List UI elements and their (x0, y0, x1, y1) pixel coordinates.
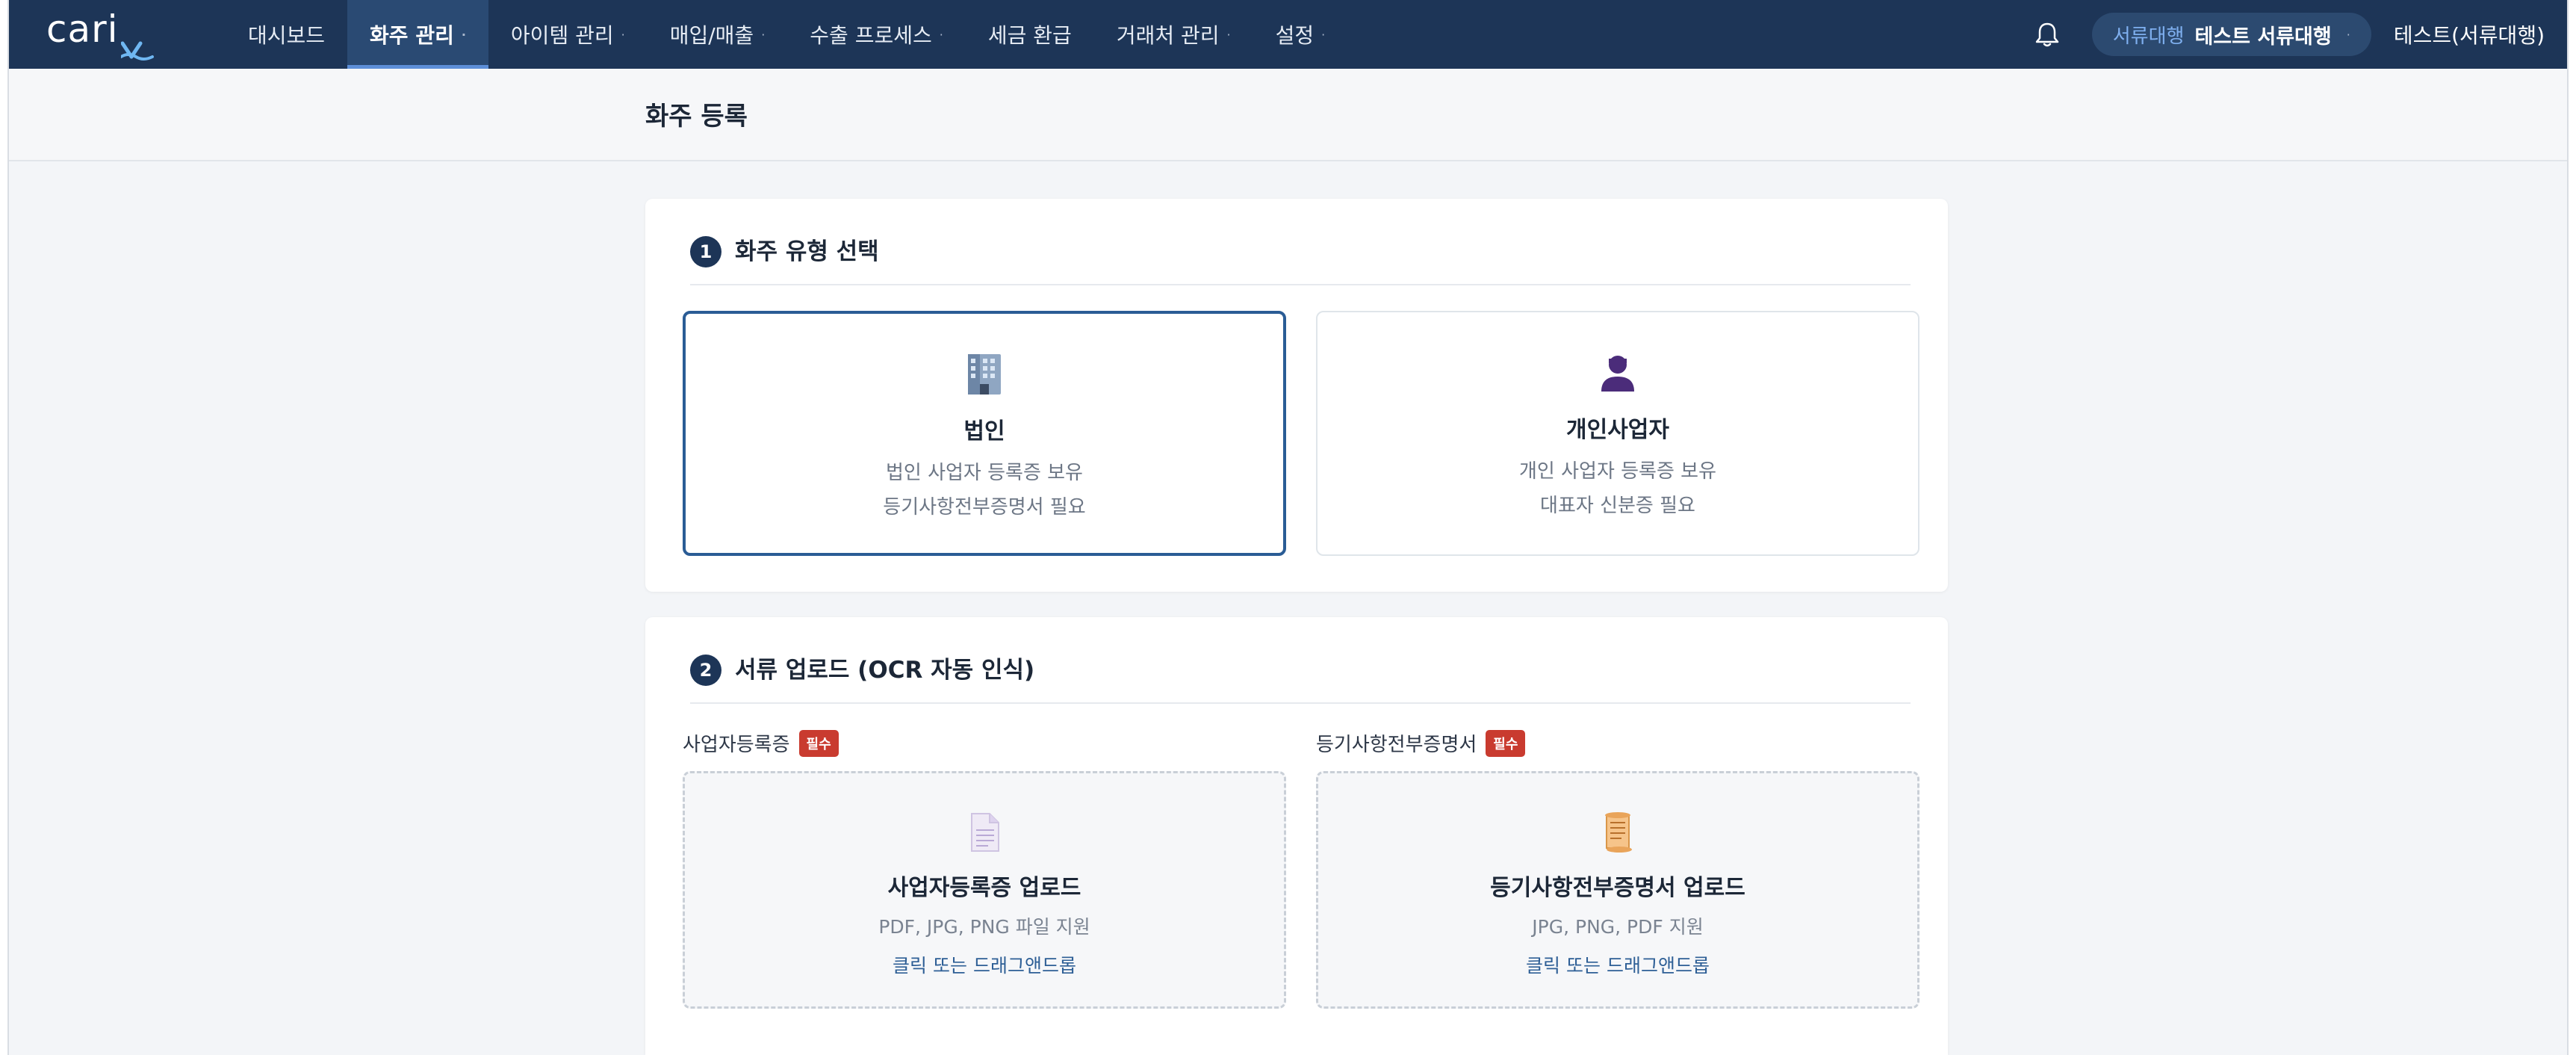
supported-formats: JPG, PNG, PDF 지원 (1532, 916, 1704, 938)
app-frame: cari 대시보드 화주 관리 · 아이템 관리 · 매입/매출 · 수출 프로… (7, 0, 2569, 1055)
required-badge: 필수 (798, 729, 839, 757)
chevron-down-icon: · (2346, 27, 2350, 42)
nav-right-area: 서류대행 테스트 서류대행 · 테스트(서류대행) (2032, 0, 2545, 69)
required-badge: 필수 (1486, 729, 1526, 757)
business-registration-dropzone[interactable]: 사업자등록증 업로드 PDF, JPG, PNG 파일 지원 클릭 또는 드래그… (683, 771, 1286, 1009)
sole-proprietor-option[interactable]: 개인사업자 개인 사업자 등록증 보유 대표자 신분증 필요 (1316, 311, 1919, 556)
dropdown-caret-icon: · (1321, 27, 1326, 42)
page-title: 화주 등록 (645, 102, 748, 132)
menu-label: 세금 환급 (987, 23, 1072, 48)
menu-item-export-process[interactable]: 수출 프로세스 · (787, 0, 966, 69)
option-title: 개인사업자 (1566, 417, 1669, 443)
menu-label: 수출 프로세스 (810, 23, 932, 48)
menu-label: 화주 관리 (370, 23, 454, 48)
option-desc-line: 법인 사업자 등록증 보유 (885, 462, 1083, 484)
upload-label: 사업자등록증 (683, 734, 790, 756)
top-navigation-bar: cari 대시보드 화주 관리 · 아이템 관리 · 매입/매출 · 수출 프로… (9, 0, 2567, 69)
menu-label: 거래처 관리 (1116, 23, 1220, 48)
person-icon (1601, 356, 1634, 392)
supported-formats: PDF, JPG, PNG 파일 지원 (878, 916, 1090, 938)
menu-label: 매입/매출 (669, 23, 754, 48)
option-desc-line: 등기사항전부증명서 필요 (883, 496, 1086, 519)
section-header: 1 화주 유형 선택 (690, 236, 1911, 285)
menu-label: 대시보드 (248, 23, 326, 48)
section-title: 화주 유형 선택 (735, 238, 879, 265)
logo-wave-icon (121, 41, 154, 61)
option-title: 법인 (963, 418, 1005, 445)
cariv-logo[interactable]: cari (39, 6, 158, 61)
dropdown-caret-icon: · (621, 27, 625, 42)
registry-certificate-label-row: 등기사항전부증명서 필수 (1316, 729, 1526, 757)
dropzone-title: 등기사항전부증명서 업로드 (1490, 875, 1745, 901)
corporation-option[interactable]: 법인 법인 사업자 등록증 보유 등기사항전부증명서 필요 (683, 311, 1286, 556)
logo-text: cari (46, 7, 119, 51)
click-or-drag-hint: 클릭 또는 드래그앤드롭 (1526, 955, 1710, 977)
option-desc-line: 대표자 신분증 필요 (1540, 495, 1695, 517)
menu-label: 설정 (1275, 23, 1315, 48)
menu-item-settings[interactable]: 설정 · (1253, 0, 1348, 69)
menu-item-dashboard[interactable]: 대시보드 (226, 0, 347, 69)
document-upload-card: 2 서류 업로드 (OCR 자동 인식) 사업자등록증 필수 등기사항전부증명서… (645, 617, 1948, 1055)
user-name: 테스트 서류대행 (2194, 25, 2332, 49)
option-desc-line: 개인 사업자 등록증 보유 (1519, 460, 1716, 483)
user-role: 서류대행 (2112, 25, 2185, 48)
scroll-icon (1605, 812, 1632, 853)
option-description: 개인 사업자 등록증 보유 대표자 신분증 필요 (1519, 454, 1716, 523)
document-icon (971, 813, 999, 852)
dropdown-caret-icon: · (761, 27, 766, 42)
step-number-badge: 2 (690, 655, 721, 686)
registry-certificate-dropzone[interactable]: 등기사항전부증명서 업로드 JPG, PNG, PDF 지원 클릭 또는 드래그… (1316, 771, 1919, 1009)
click-or-drag-hint: 클릭 또는 드래그앤드롭 (893, 955, 1076, 977)
menu-item-item-management[interactable]: 아이템 관리 · (488, 0, 648, 69)
shipper-type-card: 1 화주 유형 선택 법인 법인 사업자 등록증 보유 등기사항전부증명서 필요 (645, 199, 1948, 592)
menu-label: 아이템 관리 (510, 23, 614, 48)
dropzone-title: 사업자등록증 업로드 (887, 875, 1081, 901)
option-description: 법인 사업자 등록증 보유 등기사항전부증명서 필요 (883, 456, 1085, 525)
menu-item-shipper-management[interactable]: 화주 관리 · (347, 0, 488, 69)
main-menu: 대시보드 화주 관리 · 아이템 관리 · 매입/매출 · 수출 프로세스 · … (226, 0, 1347, 69)
account-label[interactable]: 테스트(서류대행) (2394, 19, 2545, 49)
bell-icon[interactable] (2032, 19, 2062, 49)
step-number-badge: 1 (690, 236, 721, 267)
menu-item-partner-management[interactable]: 거래처 관리 · (1094, 0, 1253, 69)
office-building-icon (968, 354, 1001, 395)
business-registration-label-row: 사업자등록증 필수 (683, 729, 839, 757)
menu-item-tax-refund[interactable]: 세금 환급 (966, 0, 1094, 69)
section-title: 서류 업로드 (OCR 자동 인식) (735, 657, 1035, 684)
page-header: 화주 등록 (9, 69, 2567, 161)
menu-item-purchase-sales[interactable]: 매입/매출 · (648, 0, 788, 69)
user-switcher[interactable]: 서류대행 테스트 서류대행 · (2091, 13, 2371, 56)
dropdown-caret-icon: · (1226, 27, 1231, 42)
upload-label: 등기사항전부증명서 (1316, 734, 1477, 756)
section-header: 2 서류 업로드 (OCR 자동 인식) (690, 655, 1911, 704)
dropdown-caret-icon: · (461, 27, 466, 42)
dropdown-caret-icon: · (939, 27, 943, 42)
